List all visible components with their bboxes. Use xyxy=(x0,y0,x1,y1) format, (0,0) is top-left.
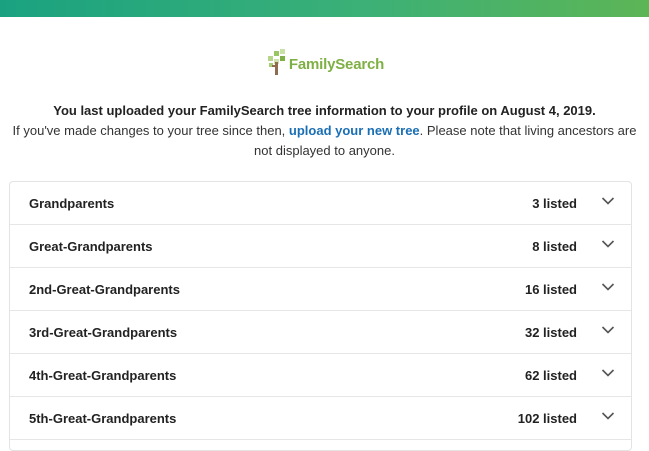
generation-row-grandparents[interactable]: Grandparents 3 listed xyxy=(10,182,631,225)
familysearch-logo[interactable]: FamilySearch xyxy=(0,48,649,76)
chevron-down-icon[interactable] xyxy=(601,239,615,249)
generations-list: Grandparents 3 listed Great-Grandparents… xyxy=(9,181,632,451)
last-upload-message: You last uploaded your FamilySearch tree… xyxy=(53,103,596,118)
generation-label: 3rd-Great-Grandparents xyxy=(29,324,178,340)
upload-new-tree-link[interactable]: upload your new tree xyxy=(289,123,420,138)
generation-row-4th-great-grandparents[interactable]: 4th-Great-Grandparents 62 listed xyxy=(10,354,631,397)
generation-count: 102 listed xyxy=(517,410,577,426)
chevron-down-icon[interactable] xyxy=(601,282,615,292)
upload-instructions: If you've made changes to your tree sinc… xyxy=(10,121,640,161)
generation-label: Grandparents xyxy=(29,195,115,211)
generation-count: 8 listed xyxy=(532,238,577,254)
family-tree-icon xyxy=(267,49,285,75)
generation-label: Great-Grandparents xyxy=(29,238,153,254)
generation-count: 32 listed xyxy=(524,324,577,340)
upload-info: You last uploaded your FamilySearch tree… xyxy=(0,101,649,161)
generation-label: 4th-Great-Grandparents xyxy=(29,367,177,383)
generation-row-2nd-great-grandparents[interactable]: 2nd-Great-Grandparents 16 listed xyxy=(10,268,631,311)
chevron-down-icon[interactable] xyxy=(601,368,615,378)
generation-row-3rd-great-grandparents[interactable]: 3rd-Great-Grandparents 32 listed xyxy=(10,311,631,354)
generation-row-5th-great-grandparents[interactable]: 5th-Great-Grandparents 102 listed xyxy=(10,397,631,440)
generation-row-great-grandparents[interactable]: Great-Grandparents 8 listed xyxy=(10,225,631,268)
generation-label: 5th-Great-Grandparents xyxy=(29,410,177,426)
logo-text: FamilySearch xyxy=(288,56,385,73)
generation-label: 2nd-Great-Grandparents xyxy=(29,281,180,297)
chevron-down-icon[interactable] xyxy=(601,325,615,335)
chevron-down-icon[interactable] xyxy=(601,196,615,206)
generation-count: 3 listed xyxy=(532,195,577,211)
upload-instructions-prefix: If you've made changes to your tree sinc… xyxy=(12,123,289,138)
generation-count: 16 listed xyxy=(524,281,577,297)
generation-count: 62 listed xyxy=(524,367,577,383)
chevron-down-icon[interactable] xyxy=(601,411,615,421)
header-accent-bar xyxy=(0,0,649,17)
